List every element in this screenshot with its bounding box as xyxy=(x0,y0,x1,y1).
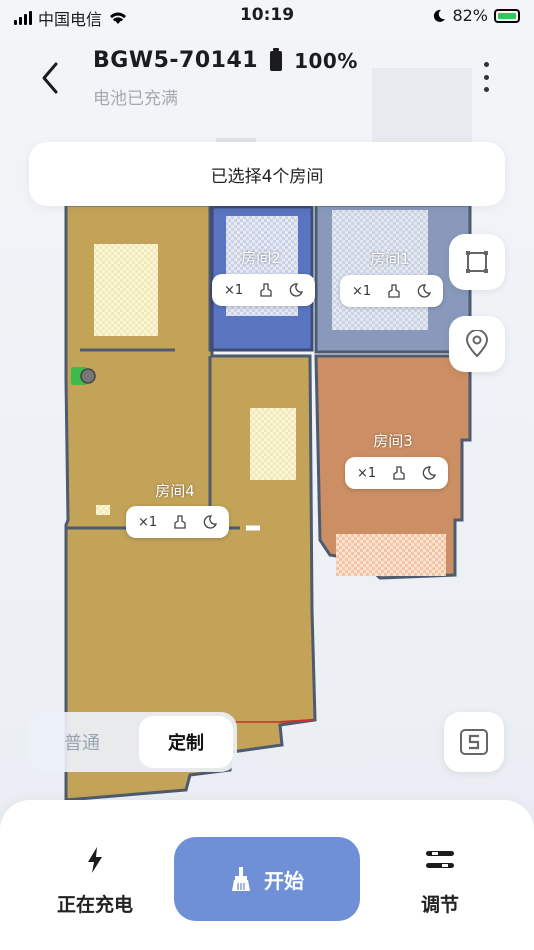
adjust-button[interactable]: 调节 xyxy=(380,846,500,917)
suction-mode-button[interactable] xyxy=(444,712,504,772)
adjust-icon xyxy=(426,851,454,868)
moon-icon xyxy=(289,283,304,297)
location-button[interactable] xyxy=(449,316,505,372)
moon-icon xyxy=(417,284,432,298)
room-4-passes: ×1 xyxy=(138,514,158,530)
adjust-label: 调节 xyxy=(420,894,459,916)
room-3-label: 房间3 xyxy=(373,432,413,450)
status-bar: 中国电信 10:19 82% xyxy=(0,0,534,32)
lightning-icon xyxy=(88,847,102,873)
broom-icon xyxy=(232,867,250,891)
room-edit-icon xyxy=(466,251,488,273)
room-3-passes: ×1 xyxy=(357,465,377,481)
room-1-passes: ×1 xyxy=(352,283,372,299)
moon-status-icon xyxy=(434,9,446,22)
location-pin-icon xyxy=(465,330,489,358)
mode-custom-tab[interactable]: 定制 xyxy=(139,716,233,768)
battery-percent: 82% xyxy=(452,6,488,25)
broom-icon xyxy=(174,515,186,529)
charging-button[interactable]: 正在充电 xyxy=(35,846,155,917)
broom-icon xyxy=(388,284,400,298)
app-screen: 中国电信 10:19 82% BGW5-70141 100% 电池已充满 已选择… xyxy=(0,0,534,950)
room-2-settings[interactable]: ×1 xyxy=(212,274,316,306)
room-2-passes: ×1 xyxy=(224,282,244,298)
broom-icon xyxy=(260,283,272,297)
clean-mode-toggle: 普通 定制 xyxy=(29,712,237,772)
room-edit-button[interactable] xyxy=(449,234,505,290)
start-label: 开始 xyxy=(264,868,304,893)
broom-icon xyxy=(393,466,405,480)
mode-normal-tab[interactable]: 普通 xyxy=(35,716,129,768)
moon-icon xyxy=(422,466,437,480)
room-4-label: 房间4 xyxy=(155,482,195,500)
selected-rooms-banner: 已选择4个房间 xyxy=(29,142,505,206)
room-2-label: 房间2 xyxy=(241,249,281,267)
room-3-settings[interactable]: ×1 xyxy=(345,457,449,489)
room-4-settings[interactable]: ×1 xyxy=(126,506,230,538)
s-mode-icon xyxy=(460,729,488,755)
start-button[interactable]: 开始 xyxy=(174,837,360,921)
bottom-action-bar: 正在充电 开始 调节 xyxy=(0,800,534,950)
charging-label: 正在充电 xyxy=(56,894,133,916)
moon-icon xyxy=(203,515,218,529)
room-1-settings[interactable]: ×1 xyxy=(340,275,444,307)
room-1-label: 房间1 xyxy=(370,250,410,268)
battery-icon xyxy=(494,8,520,23)
